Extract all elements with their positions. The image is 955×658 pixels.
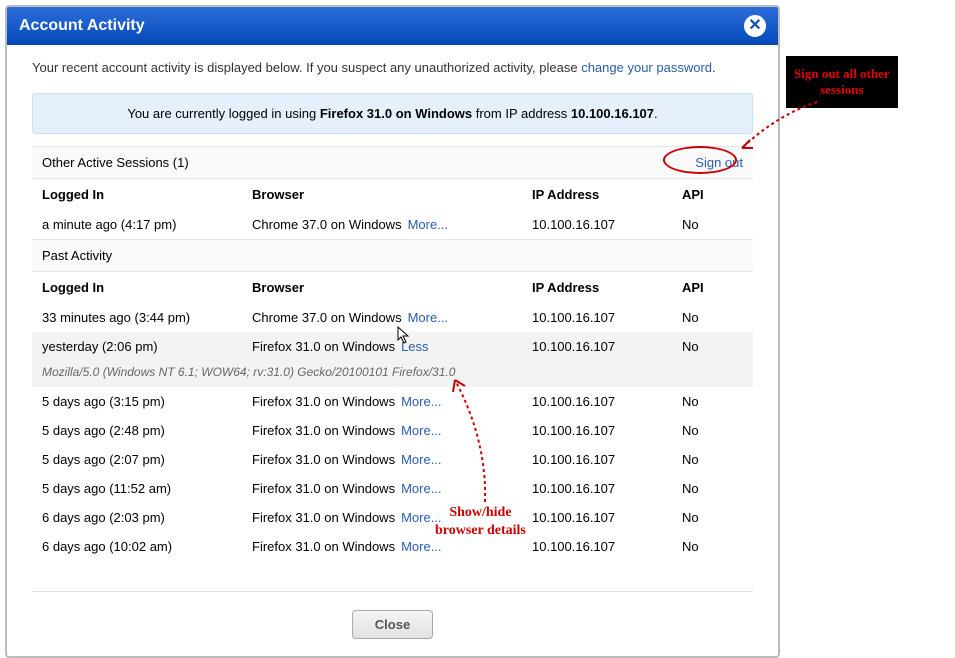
cell-ip: 10.100.16.107 bbox=[532, 510, 682, 525]
cell-logged-in: 33 minutes ago (3:44 pm) bbox=[42, 310, 252, 325]
col-ip: IP Address bbox=[532, 280, 682, 295]
cell-logged-in: 5 days ago (2:48 pm) bbox=[42, 423, 252, 438]
col-browser: Browser bbox=[252, 187, 532, 202]
cell-api: No bbox=[682, 339, 742, 354]
browser-name: Chrome 37.0 on Windows bbox=[252, 217, 402, 232]
browser-name: Firefox 31.0 on Windows bbox=[252, 423, 395, 438]
cell-ip: 10.100.16.107 bbox=[532, 481, 682, 496]
change-password-link[interactable]: change your password bbox=[581, 60, 712, 75]
cell-ip: 10.100.16.107 bbox=[532, 423, 682, 438]
col-api: API bbox=[682, 187, 742, 202]
more-link[interactable]: More... bbox=[401, 452, 441, 467]
table-row: a minute ago (4:17 pm)Chrome 37.0 on Win… bbox=[32, 210, 753, 239]
intro-text: Your recent account activity is displaye… bbox=[32, 60, 753, 75]
past-activity-header: Past Activity bbox=[32, 239, 753, 272]
table-row: yesterday (2:06 pm)Firefox 31.0 on Windo… bbox=[32, 332, 753, 361]
more-link[interactable]: More... bbox=[408, 217, 448, 232]
cell-logged-in: 5 days ago (11:52 am) bbox=[42, 481, 252, 496]
cell-ip: 10.100.16.107 bbox=[532, 339, 682, 354]
cell-api: No bbox=[682, 310, 742, 325]
cell-api: No bbox=[682, 217, 742, 232]
col-logged-in: Logged In bbox=[42, 187, 252, 202]
table-row: 6 days ago (2:03 pm)Firefox 31.0 on Wind… bbox=[32, 503, 753, 532]
cell-ip: 10.100.16.107 bbox=[532, 394, 682, 409]
cell-browser: Firefox 31.0 on Windows More... bbox=[252, 452, 532, 467]
cell-logged-in: a minute ago (4:17 pm) bbox=[42, 217, 252, 232]
more-link[interactable]: More... bbox=[401, 394, 441, 409]
cell-logged-in: 5 days ago (3:15 pm) bbox=[42, 394, 252, 409]
cell-browser: Firefox 31.0 on Windows More... bbox=[252, 423, 532, 438]
cell-browser: Firefox 31.0 on Windows More... bbox=[252, 481, 532, 496]
banner-ip: 10.100.16.107 bbox=[571, 106, 654, 121]
browser-name: Firefox 31.0 on Windows bbox=[252, 539, 395, 554]
cell-ip: 10.100.16.107 bbox=[532, 310, 682, 325]
cell-browser: Chrome 37.0 on Windows More... bbox=[252, 217, 532, 232]
cell-api: No bbox=[682, 539, 742, 554]
other-sessions-header: Other Active Sessions (1) Sign out bbox=[32, 146, 753, 179]
close-button[interactable]: Close bbox=[352, 610, 433, 639]
cell-logged-in: 6 days ago (10:02 am) bbox=[42, 539, 252, 554]
table-row: 5 days ago (2:48 pm)Firefox 31.0 on Wind… bbox=[32, 416, 753, 445]
cell-browser: Firefox 31.0 on Windows More... bbox=[252, 539, 532, 554]
more-link[interactable]: More... bbox=[401, 423, 441, 438]
table-row: 33 minutes ago (3:44 pm)Chrome 37.0 on W… bbox=[32, 303, 753, 332]
cell-logged-in: 6 days ago (2:03 pm) bbox=[42, 510, 252, 525]
current-session-banner: You are currently logged in using Firefo… bbox=[32, 93, 753, 134]
col-logged-in: Logged In bbox=[42, 280, 252, 295]
cell-browser: Firefox 31.0 on Windows More... bbox=[252, 510, 532, 525]
active-header-row: Logged In Browser IP Address API bbox=[32, 179, 753, 210]
titlebar: Account Activity ✕ bbox=[7, 7, 778, 45]
dialog-footer: Close bbox=[32, 591, 753, 651]
cell-browser: Chrome 37.0 on Windows More... bbox=[252, 310, 532, 325]
browser-name: Firefox 31.0 on Windows bbox=[252, 452, 395, 467]
banner-post: . bbox=[654, 106, 658, 121]
cell-ip: 10.100.16.107 bbox=[532, 539, 682, 554]
more-link[interactable]: More... bbox=[401, 481, 441, 496]
cell-api: No bbox=[682, 394, 742, 409]
table-row: 5 days ago (3:15 pm)Firefox 31.0 on Wind… bbox=[32, 387, 753, 416]
browser-name: Firefox 31.0 on Windows bbox=[252, 510, 395, 525]
intro-suffix: . bbox=[712, 60, 716, 75]
intro-prefix: Your recent account activity is displaye… bbox=[32, 60, 581, 75]
dialog-content: Your recent account activity is displaye… bbox=[7, 45, 778, 581]
less-link[interactable]: Less bbox=[401, 339, 428, 354]
close-icon[interactable]: ✕ bbox=[744, 15, 766, 37]
table-row: 5 days ago (2:07 pm)Firefox 31.0 on Wind… bbox=[32, 445, 753, 474]
browser-name: Firefox 31.0 on Windows bbox=[252, 481, 395, 496]
annotation-signout: Sign out all other sessions bbox=[786, 56, 898, 108]
cell-api: No bbox=[682, 423, 742, 438]
user-agent-detail: Mozilla/5.0 (Windows NT 6.1; WOW64; rv:3… bbox=[32, 361, 753, 387]
table-row: 6 days ago (10:02 am)Firefox 31.0 on Win… bbox=[32, 532, 753, 561]
cell-ip: 10.100.16.107 bbox=[532, 217, 682, 232]
table-row: 5 days ago (11:52 am)Firefox 31.0 on Win… bbox=[32, 474, 753, 503]
sign-out-link[interactable]: Sign out bbox=[695, 155, 743, 170]
col-ip: IP Address bbox=[532, 187, 682, 202]
cell-browser: Firefox 31.0 on Windows More... bbox=[252, 394, 532, 409]
past-activity-label: Past Activity bbox=[42, 248, 112, 263]
banner-mid: from IP address bbox=[472, 106, 571, 121]
cell-browser: Firefox 31.0 on Windows Less bbox=[252, 339, 532, 354]
browser-name: Chrome 37.0 on Windows bbox=[252, 310, 402, 325]
browser-name: Firefox 31.0 on Windows bbox=[252, 394, 395, 409]
col-browser: Browser bbox=[252, 280, 532, 295]
more-link[interactable]: More... bbox=[401, 510, 441, 525]
cell-ip: 10.100.16.107 bbox=[532, 452, 682, 467]
browser-name: Firefox 31.0 on Windows bbox=[252, 339, 395, 354]
page-title: Account Activity bbox=[19, 17, 145, 35]
cell-logged-in: yesterday (2:06 pm) bbox=[42, 339, 252, 354]
banner-browser: Firefox 31.0 on Windows bbox=[320, 106, 472, 121]
cell-logged-in: 5 days ago (2:07 pm) bbox=[42, 452, 252, 467]
col-api: API bbox=[682, 280, 742, 295]
past-header-row: Logged In Browser IP Address API bbox=[32, 272, 753, 303]
more-link[interactable]: More... bbox=[408, 310, 448, 325]
other-sessions-label: Other Active Sessions (1) bbox=[42, 155, 189, 170]
more-link[interactable]: More... bbox=[401, 539, 441, 554]
cell-api: No bbox=[682, 481, 742, 496]
account-activity-dialog: Account Activity ✕ Your recent account a… bbox=[5, 5, 780, 658]
cell-api: No bbox=[682, 510, 742, 525]
cell-api: No bbox=[682, 452, 742, 467]
banner-pre: You are currently logged in using bbox=[127, 106, 319, 121]
